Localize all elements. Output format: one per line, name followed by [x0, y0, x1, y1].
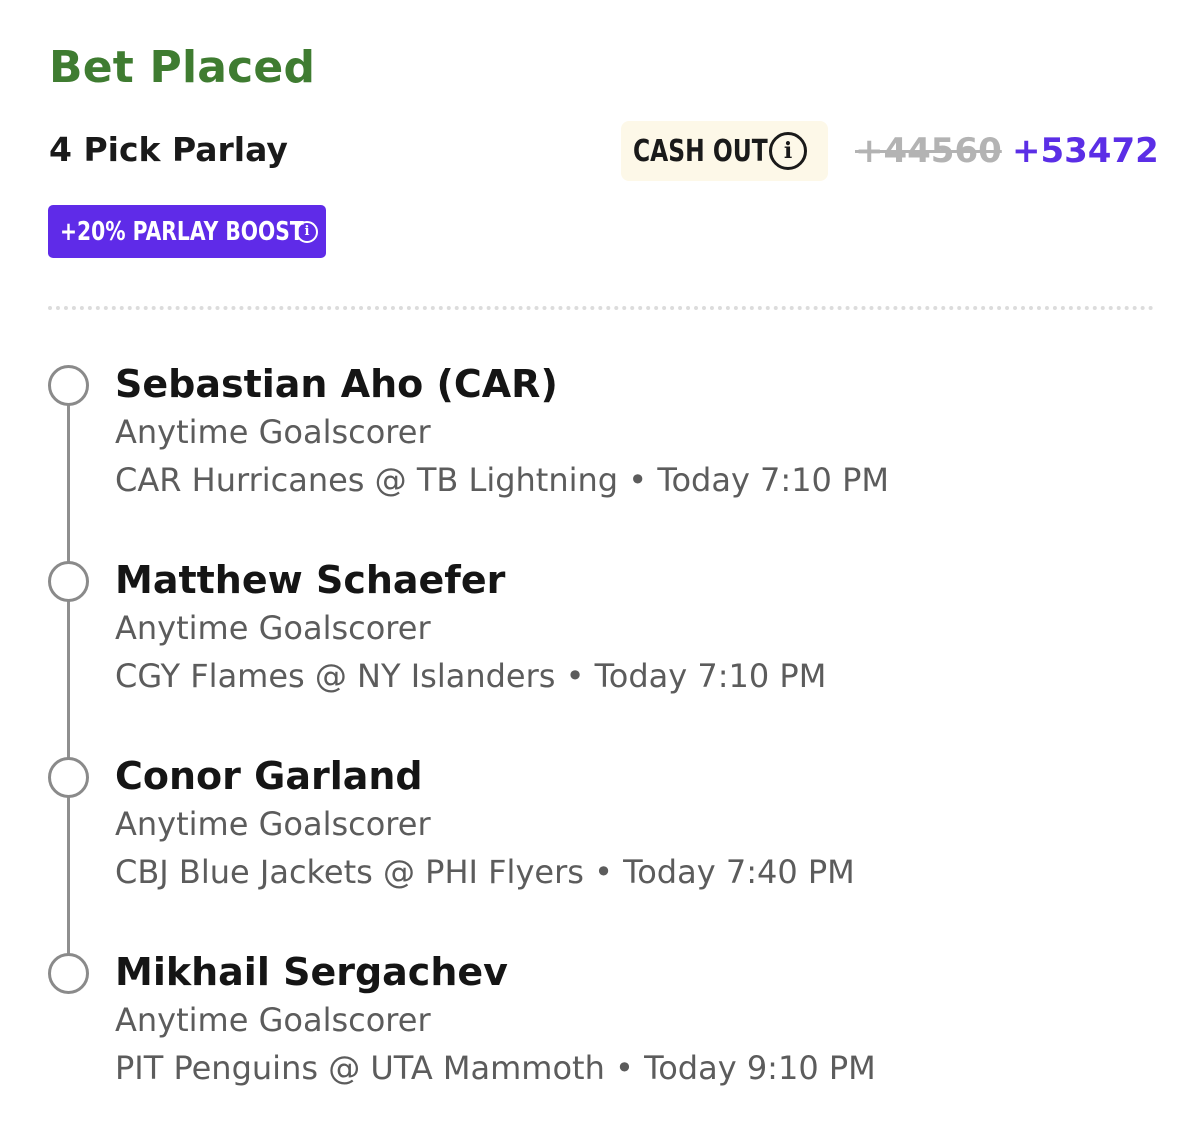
- original-odds: +44560: [855, 131, 1002, 171]
- parlay-boost-label: +20% PARLAY BOOST: [60, 216, 304, 247]
- leg-player-name: Matthew Schaefer: [115, 558, 506, 602]
- leg-status-circle-icon: [48, 953, 89, 994]
- leg-game-info: CAR Hurricanes @ TB Lightning • Today 7:…: [115, 461, 889, 499]
- leg-game-info: CBJ Blue Jackets @ PHI Flyers • Today 7:…: [115, 853, 855, 891]
- leg-player-name: Mikhail Sergachev: [115, 950, 508, 994]
- parlay-title: 4 Pick Parlay: [49, 130, 288, 169]
- leg-market: Anytime Goalscorer: [115, 1001, 431, 1039]
- leg-market: Anytime Goalscorer: [115, 609, 431, 647]
- bet-slip: Bet Placed 4 Pick Parlay CASH OUT i +445…: [0, 0, 1200, 1126]
- dotted-divider: [48, 306, 1154, 310]
- parlay-leg: Matthew Schaefer Anytime Goalscorer CGY …: [0, 558, 1200, 708]
- cash-out-label: CASH OUT: [633, 133, 768, 169]
- leg-game-info: CGY Flames @ NY Islanders • Today 7:10 P…: [115, 657, 827, 695]
- parlay-boost-badge[interactable]: +20% PARLAY BOOST i: [48, 205, 326, 258]
- info-icon[interactable]: i: [769, 132, 807, 170]
- boosted-odds: +53472: [1012, 131, 1159, 171]
- leg-market: Anytime Goalscorer: [115, 805, 431, 843]
- parlay-leg: Mikhail Sergachev Anytime Goalscorer PIT…: [0, 950, 1200, 1100]
- leg-market: Anytime Goalscorer: [115, 413, 431, 451]
- cash-out-button[interactable]: CASH OUT i: [621, 121, 828, 181]
- leg-status-circle-icon: [48, 365, 89, 406]
- leg-status-circle-icon: [48, 757, 89, 798]
- leg-game-info: PIT Penguins @ UTA Mammoth • Today 9:10 …: [115, 1049, 876, 1087]
- leg-status-circle-icon: [48, 561, 89, 602]
- parlay-leg: Sebastian Aho (CAR) Anytime Goalscorer C…: [0, 362, 1200, 512]
- parlay-leg: Conor Garland Anytime Goalscorer CBJ Blu…: [0, 754, 1200, 904]
- bet-status-title: Bet Placed: [49, 42, 316, 93]
- leg-player-name: Conor Garland: [115, 754, 423, 798]
- leg-player-name: Sebastian Aho (CAR): [115, 362, 558, 406]
